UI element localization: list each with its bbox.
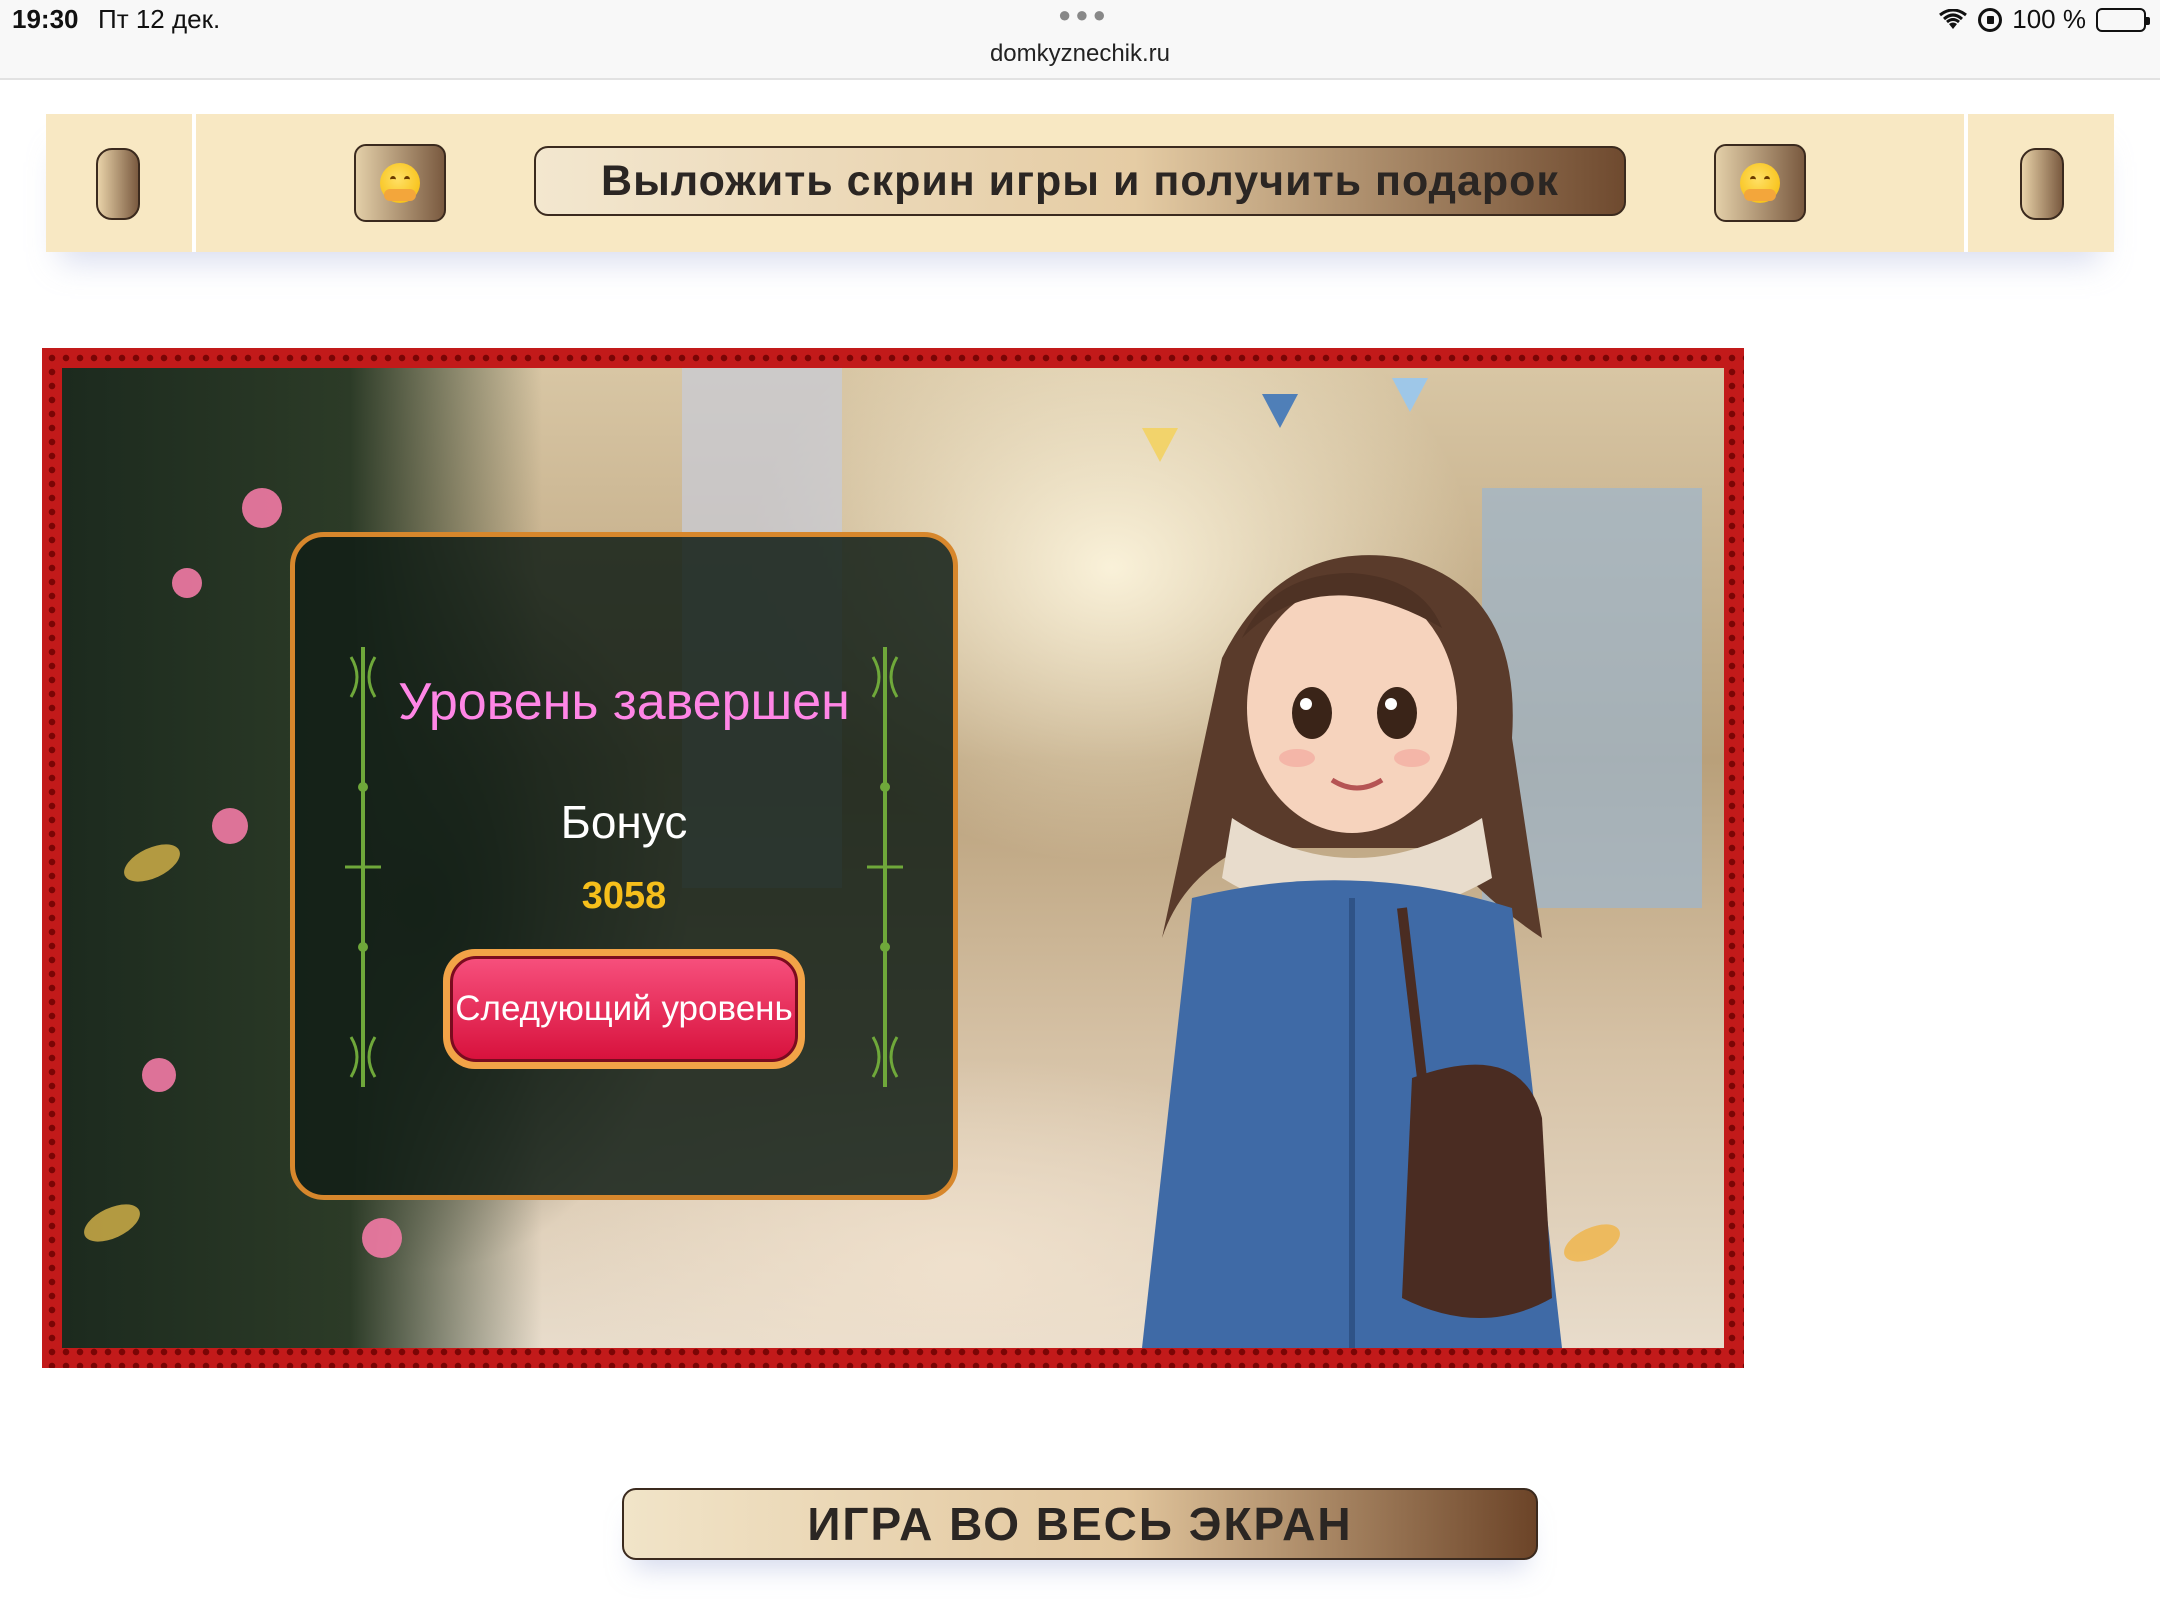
bonus-value: 3058 <box>581 875 667 917</box>
next-level-button[interactable]: Следующий уровень <box>443 949 805 1069</box>
banner-left-handle[interactable] <box>96 148 140 220</box>
banner-emoji-button-right[interactable] <box>1714 144 1806 222</box>
next-level-label: Следующий уровень <box>450 956 798 1062</box>
orientation-lock-icon <box>1978 7 2003 32</box>
girl-character-illustration <box>1102 518 1602 1348</box>
bonus-label: Бонус <box>560 796 688 848</box>
banner-divider <box>192 114 196 252</box>
banner-right-handle[interactable] <box>2020 148 2064 220</box>
status-bar: 19:30 Пт 12 дек. ●●● domkyznechik.ru 100… <box>0 0 2160 80</box>
hugging-face-icon <box>380 163 420 203</box>
wifi-icon <box>1938 8 1968 31</box>
status-date: Пт 12 дек. <box>98 4 221 34</box>
scene-bunting <box>1262 394 1298 428</box>
scene-bunting <box>1392 378 1428 412</box>
scene-blossom <box>242 488 282 528</box>
banner-divider <box>1964 114 1968 252</box>
hugging-face-icon <box>1740 163 1780 203</box>
status-time: 19:30 <box>12 4 79 34</box>
fullscreen-game-button[interactable]: ИГРА ВО ВЕСЬ ЭКРАН <box>622 1488 1538 1560</box>
promo-banner: Выложить скрин игры и получить подарок <box>46 114 2114 252</box>
multitask-dots-icon[interactable]: ●●● <box>1058 2 1110 28</box>
battery-percent: 100 % <box>2012 4 2086 34</box>
share-screenshot-button[interactable]: Выложить скрин игры и получить подарок <box>534 146 1626 216</box>
scene-blossom <box>142 1058 176 1092</box>
level-complete-dialog: Уровень завершен Бонус 3058 Следующий ур… <box>290 532 958 1200</box>
banner-emoji-button-left[interactable] <box>354 144 446 222</box>
scene-bunting <box>1142 428 1178 462</box>
address-bar-url[interactable]: domkyznechik.ru <box>0 40 2160 68</box>
game-frame: Уровень завершен Бонус 3058 Следующий ур… <box>42 348 1744 1368</box>
scene-blossom <box>172 568 202 598</box>
level-complete-title: Уровень завершен <box>398 673 850 731</box>
scene-blossom <box>362 1218 402 1258</box>
status-indicators: 100 % <box>1938 4 2150 35</box>
battery-icon <box>2096 7 2150 32</box>
game-scene[interactable]: Уровень завершен Бонус 3058 Следующий ур… <box>62 368 1724 1348</box>
scene-blossom <box>212 808 248 844</box>
